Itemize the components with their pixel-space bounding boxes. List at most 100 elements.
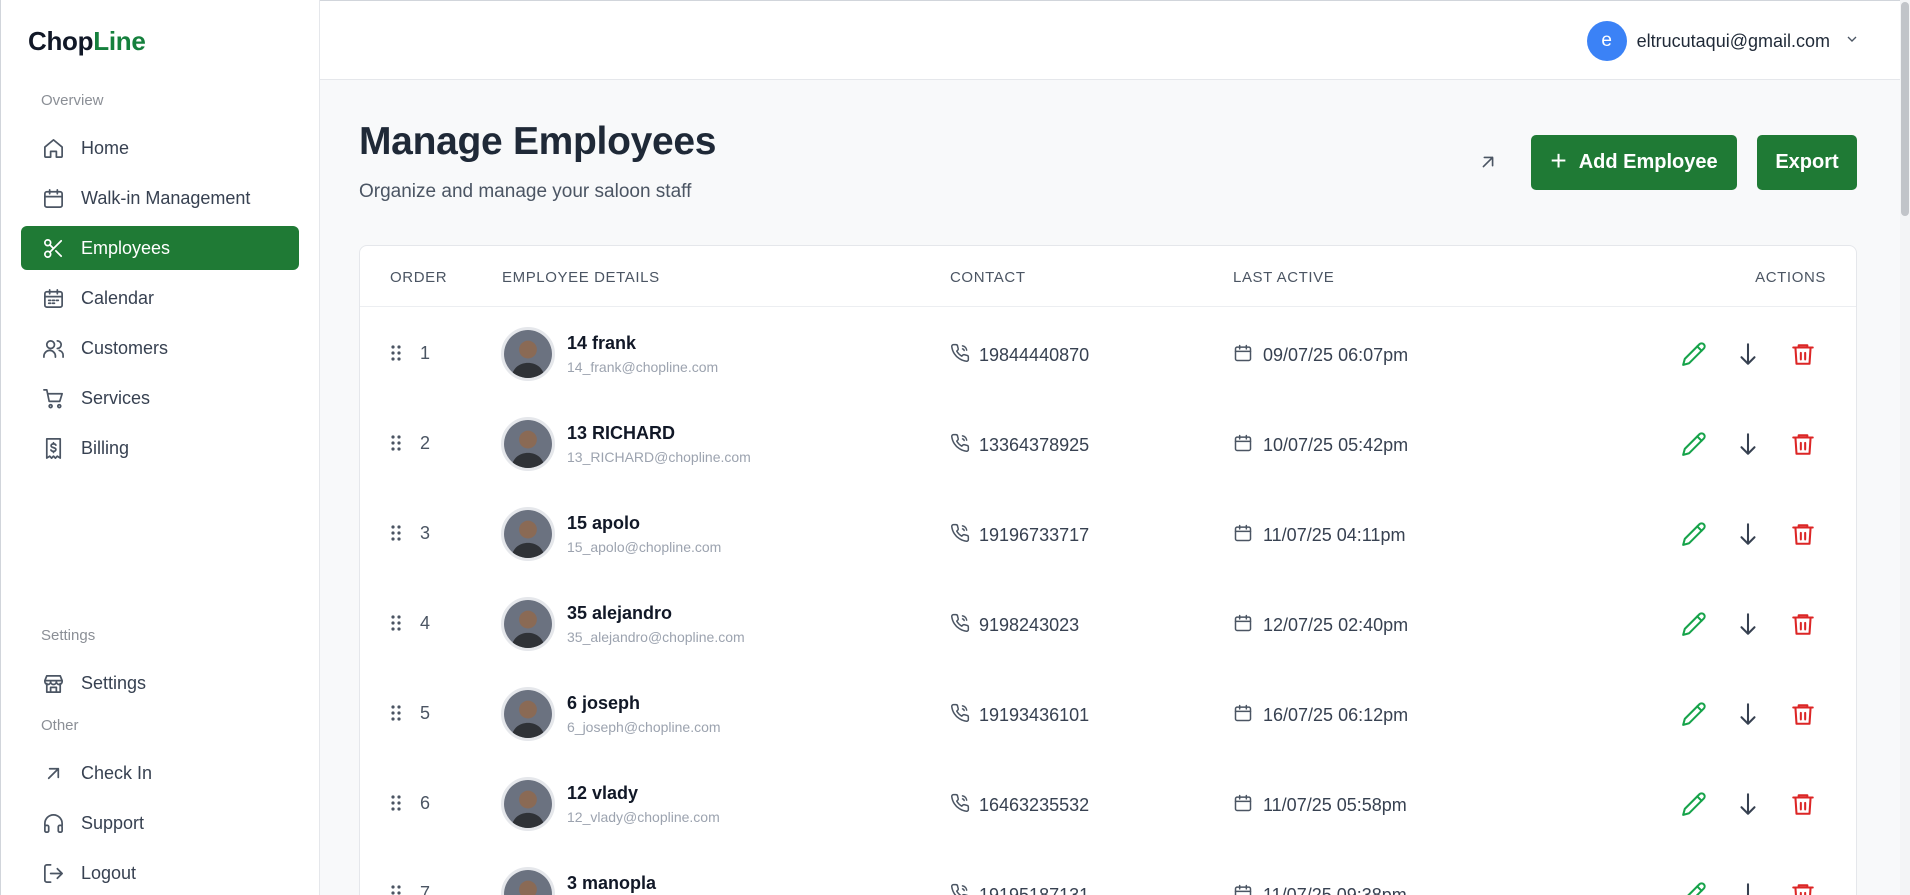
- row-order: 5: [420, 703, 431, 723]
- sidebar-item-customers[interactable]: Customers: [21, 326, 299, 370]
- table-row[interactable]: 2 13 RICHARD 13_RICHARD@chopline.com 133…: [360, 399, 1856, 489]
- phone-icon: [950, 613, 970, 633]
- drag-handle-icon[interactable]: [390, 344, 402, 362]
- user-menu[interactable]: e eltrucutaqui@gmail.com: [1586, 21, 1860, 61]
- calendar-icon: [1233, 343, 1253, 363]
- row-order: 6: [420, 793, 431, 813]
- employee-name: 14 frank: [567, 333, 637, 353]
- move-down-arrow-icon[interactable]: [1735, 791, 1761, 817]
- employee-name: 12 vlady: [567, 783, 639, 803]
- drag-handle-icon[interactable]: [390, 884, 402, 895]
- sidebar-item-check-in[interactable]: Check In: [21, 751, 299, 795]
- move-down-arrow-icon[interactable]: [1735, 431, 1761, 457]
- calendar-grid-icon: [41, 286, 65, 310]
- sidebar-item-logout[interactable]: Logout: [21, 851, 299, 895]
- edit-pencil-icon[interactable]: [1681, 881, 1707, 895]
- edit-pencil-icon[interactable]: [1681, 431, 1707, 457]
- employee-email: 15_apolo@chopline.com: [567, 539, 722, 555]
- table-header: ORDER EMPLOYEE DETAILS CONTACT LAST ACTI…: [360, 246, 1856, 307]
- sidebar-item-services[interactable]: Services: [21, 376, 299, 420]
- phone-icon: [950, 703, 970, 723]
- edit-pencil-icon[interactable]: [1681, 341, 1707, 367]
- sidebar-item-employees[interactable]: Employees: [21, 226, 299, 270]
- app-logo[interactable]: ChopLine: [28, 26, 146, 57]
- drag-handle-icon[interactable]: [390, 704, 402, 722]
- sidebar-item-home[interactable]: Home: [21, 126, 299, 170]
- edit-pencil-icon[interactable]: [1681, 701, 1707, 727]
- headphones-icon: [41, 811, 65, 835]
- sidebar-item-label: Settings: [81, 672, 147, 693]
- section-label-settings: Settings: [41, 627, 96, 644]
- scrollbar[interactable]: [1900, 0, 1910, 895]
- table-row[interactable]: 3 15 apolo 15_apolo@chopline.com 1919673…: [360, 489, 1856, 579]
- receipt-dollar-icon: [41, 436, 65, 460]
- employee-last-active: 10/07/25 05:42pm: [1263, 435, 1409, 455]
- employee-name: 13 RICHARD: [567, 423, 676, 443]
- employee-avatar: [501, 507, 555, 561]
- calendar-icon: [1233, 703, 1253, 723]
- employee-phone: 16463235532: [979, 795, 1090, 815]
- phone-icon: [950, 523, 970, 543]
- users-icon: [41, 336, 65, 360]
- sidebar-item-support[interactable]: Support: [21, 801, 299, 845]
- delete-trash-icon[interactable]: [1790, 701, 1816, 727]
- column-header-employee-details: EMPLOYEE DETAILS: [502, 269, 660, 286]
- delete-trash-icon[interactable]: [1790, 881, 1816, 895]
- drag-handle-icon[interactable]: [390, 434, 402, 452]
- sidebar-item-calendar[interactable]: Calendar: [21, 276, 299, 320]
- delete-trash-icon[interactable]: [1790, 431, 1816, 457]
- section-label-overview: Overview: [41, 92, 104, 109]
- employee-email: 14_frank@chopline.com: [567, 359, 719, 375]
- scrollbar-thumb[interactable]: [1901, 2, 1909, 216]
- drag-handle-icon[interactable]: [390, 794, 402, 812]
- drag-handle-icon[interactable]: [390, 524, 402, 542]
- employee-phone: 19196733717: [979, 525, 1090, 545]
- column-header-contact: CONTACT: [950, 269, 1026, 286]
- employee-phone: 13364378925: [979, 435, 1090, 455]
- employee-avatar: [501, 777, 555, 831]
- arrow-up-right-icon: [41, 761, 65, 785]
- column-header-last-active: LAST ACTIVE: [1233, 269, 1335, 286]
- table-row[interactable]: 4 35 alejandro 35_alejandro@chopline.com…: [360, 579, 1856, 669]
- move-down-arrow-icon[interactable]: [1735, 611, 1761, 637]
- drag-handle-icon[interactable]: [390, 614, 402, 632]
- move-down-arrow-icon[interactable]: [1735, 521, 1761, 547]
- sidebar-item-walk-in-management[interactable]: Walk-in Management: [21, 176, 299, 220]
- sidebar-item-label: Calendar: [81, 287, 155, 308]
- sidebar-item-billing[interactable]: Billing: [21, 426, 299, 470]
- move-down-arrow-icon[interactable]: [1735, 881, 1761, 895]
- page-subtitle: Organize and manage your saloon staff: [359, 181, 692, 202]
- sidebar-item-label: Home: [81, 137, 130, 158]
- calendar-icon: [1233, 523, 1253, 543]
- table-row[interactable]: 5 6 joseph 6_joseph@chopline.com 1919343…: [360, 669, 1856, 759]
- delete-trash-icon[interactable]: [1790, 791, 1816, 817]
- sidebar-item-settings[interactable]: Settings: [21, 661, 299, 705]
- table-row[interactable]: 1 14 frank 14_frank@chopline.com 1984444…: [360, 309, 1856, 399]
- delete-trash-icon[interactable]: [1790, 611, 1816, 637]
- arrow-up-right-icon[interactable]: [1477, 151, 1499, 173]
- edit-pencil-icon[interactable]: [1681, 791, 1707, 817]
- plus-icon: +: [1550, 145, 1567, 176]
- home-icon: [41, 136, 65, 160]
- delete-trash-icon[interactable]: [1790, 341, 1816, 367]
- table-row[interactable]: 7 3 manopla 3_manopla@chopline.com 19195…: [360, 849, 1856, 895]
- export-button[interactable]: Export: [1757, 135, 1857, 190]
- delete-trash-icon[interactable]: [1790, 521, 1816, 547]
- employee-name: 35 alejandro: [567, 603, 673, 623]
- edit-pencil-icon[interactable]: [1681, 611, 1707, 637]
- employee-phone: 19844440870: [979, 345, 1090, 365]
- add-employee-button[interactable]: + Add Employee: [1531, 135, 1737, 190]
- move-down-arrow-icon[interactable]: [1735, 701, 1761, 727]
- move-down-arrow-icon[interactable]: [1735, 341, 1761, 367]
- edit-pencil-icon[interactable]: [1681, 521, 1707, 547]
- sidebar-item-label: Support: [81, 812, 145, 833]
- row-order: 1: [420, 343, 431, 363]
- calendar-icon: [1233, 793, 1253, 813]
- calendar-icon: [41, 186, 65, 210]
- row-order: 3: [420, 523, 431, 543]
- calendar-icon: [1233, 883, 1253, 895]
- column-header-actions: ACTIONS: [1755, 269, 1826, 286]
- row-order: 7: [420, 883, 431, 895]
- chevron-down-icon: [1844, 31, 1860, 52]
- table-row[interactable]: 6 12 vlady 12_vlady@chopline.com 1646323…: [360, 759, 1856, 849]
